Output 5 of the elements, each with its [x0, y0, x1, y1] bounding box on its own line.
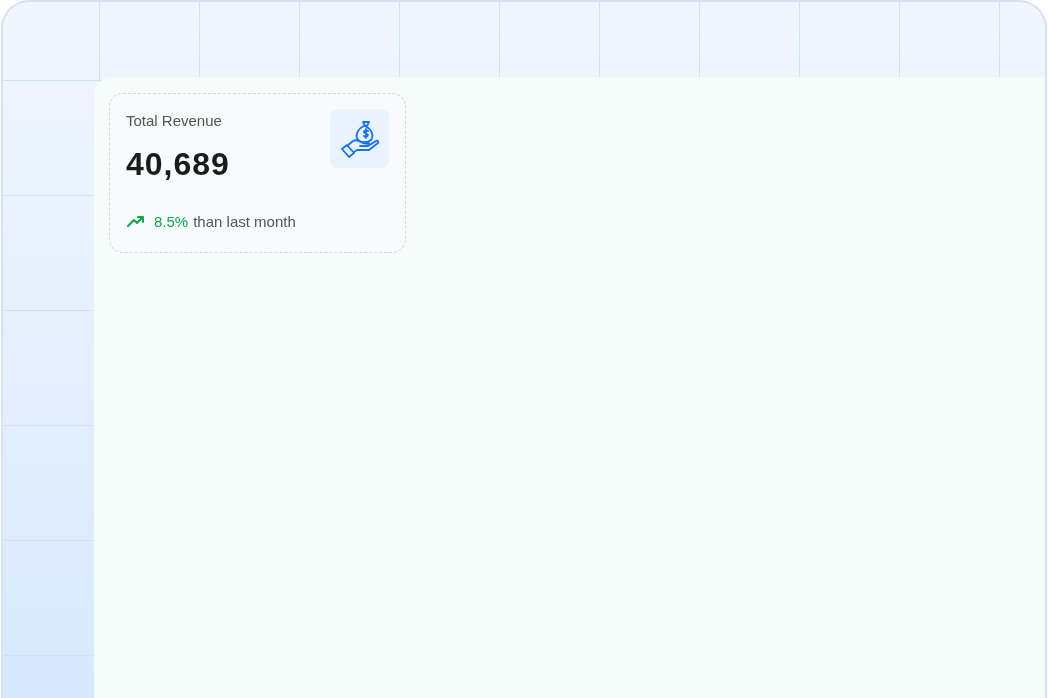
money-bag-hand-icon — [330, 109, 389, 168]
comparison-text: than last month — [193, 213, 296, 230]
card-title: Total Revenue — [126, 112, 222, 129]
revenue-value: 40,689 — [126, 146, 231, 183]
change-percent: 8.5% — [154, 213, 189, 230]
